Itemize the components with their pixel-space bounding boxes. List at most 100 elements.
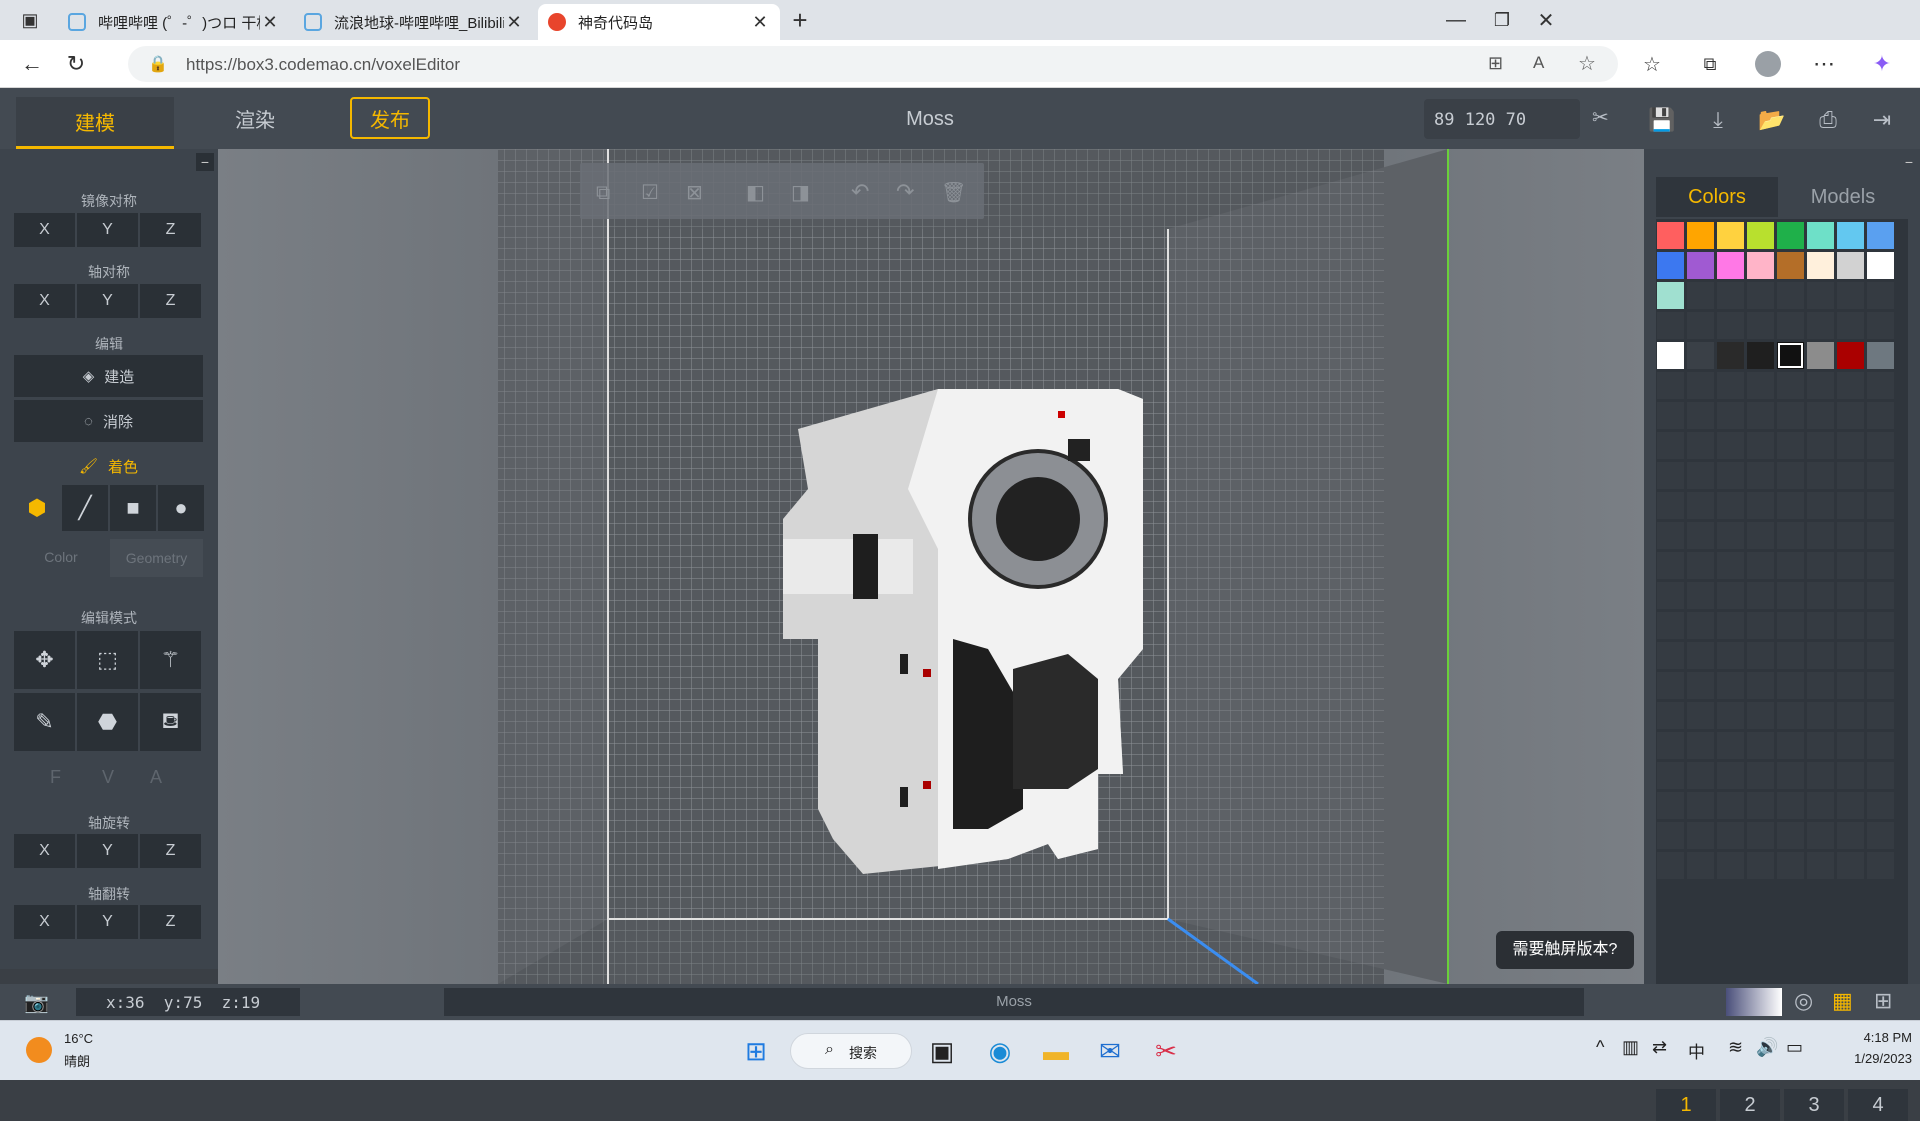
palette-swatch-empty[interactable]	[1687, 792, 1714, 819]
magic-wand-icon[interactable]: ⚚	[140, 631, 201, 689]
palette-swatch-empty[interactable]	[1777, 522, 1804, 549]
page-4-button[interactable]: 4	[1848, 1089, 1908, 1121]
palette-swatch-empty[interactable]	[1747, 852, 1774, 879]
palette-swatch-empty[interactable]	[1777, 642, 1804, 669]
layer-up-icon[interactable]: ◨	[791, 180, 810, 204]
grid-fine-icon[interactable]: ⊞	[1874, 988, 1892, 1014]
mirror-z-button[interactable]: Z	[140, 213, 203, 247]
reload-icon[interactable]: ↻	[60, 48, 92, 80]
clock-date[interactable]: 1/29/2023	[1828, 1051, 1912, 1066]
close-tab-icon[interactable]: ✕	[504, 12, 524, 33]
hex-tool-icon[interactable]: ⬣	[77, 693, 138, 751]
palette-swatch-empty[interactable]	[1777, 762, 1804, 789]
tray-sync-icon[interactable]: ⇄	[1652, 1037, 1667, 1058]
palette-swatch-empty[interactable]	[1807, 522, 1834, 549]
back-icon[interactable]: ←	[16, 48, 48, 80]
close-tab-icon[interactable]: ✕	[260, 12, 280, 33]
paste-icon[interactable]: ☑	[641, 180, 659, 204]
palette-swatch-empty[interactable]	[1837, 672, 1864, 699]
file-explorer-icon[interactable]: ▬	[1036, 1031, 1076, 1071]
resize-icon[interactable]: ✂	[1592, 105, 1609, 130]
palette-swatch-empty[interactable]	[1807, 642, 1834, 669]
palette-swatch-empty[interactable]	[1717, 402, 1744, 429]
palette-swatch-empty[interactable]	[1807, 732, 1834, 759]
palette-swatch-empty[interactable]	[1777, 582, 1804, 609]
voxel-cube-icon[interactable]: ⬢	[14, 485, 60, 531]
page-1-button[interactable]: 1	[1656, 1089, 1716, 1121]
rotate-x-button[interactable]: X	[14, 834, 77, 868]
palette-swatch-empty[interactable]	[1747, 522, 1774, 549]
redo-icon[interactable]: ↷	[896, 180, 914, 205]
palette-swatch-empty[interactable]	[1867, 672, 1894, 699]
grid-toggle-icon[interactable]: ▦	[1832, 988, 1853, 1014]
palette-swatch-empty[interactable]	[1717, 852, 1744, 879]
rotate-z-button[interactable]: Z	[140, 834, 203, 868]
palette-swatch-empty[interactable]	[1807, 702, 1834, 729]
palette-swatch-empty[interactable]	[1777, 852, 1804, 879]
palette-swatch-empty[interactable]	[1777, 822, 1804, 849]
palette-swatch-empty[interactable]	[1837, 822, 1864, 849]
collapse-right-icon[interactable]: −	[1900, 153, 1918, 171]
palette-swatch-empty[interactable]	[1867, 492, 1894, 519]
dimensions-input[interactable]: 89 120 70 ✂	[1424, 99, 1609, 139]
palette-swatch-empty[interactable]	[1747, 672, 1774, 699]
recent-color-swatch[interactable]	[1807, 342, 1834, 369]
palette-swatch-empty[interactable]	[1807, 552, 1834, 579]
palette-swatch[interactable]	[1777, 222, 1804, 249]
palette-swatch-empty[interactable]	[1777, 432, 1804, 459]
palette-swatch-empty[interactable]	[1717, 762, 1744, 789]
palette-swatch-empty[interactable]	[1657, 762, 1684, 789]
palette-swatch-empty[interactable]	[1717, 462, 1744, 489]
palette-swatch-empty[interactable]	[1837, 522, 1864, 549]
url-box[interactable]: 🔒 https://box3.codemao.cn/voxelEditor ⊞ …	[128, 46, 1618, 82]
line-tool-icon[interactable]: ╱	[62, 485, 108, 531]
palette-swatch-empty[interactable]	[1657, 552, 1684, 579]
palette-swatch-empty[interactable]	[1777, 312, 1804, 339]
exit-icon[interactable]: ⇥	[1868, 106, 1896, 134]
battery-icon[interactable]: ▭	[1786, 1037, 1803, 1058]
palette-swatch-empty[interactable]	[1807, 312, 1834, 339]
snipping-tool-icon[interactable]: ✂	[1146, 1031, 1186, 1071]
palette-swatch-empty[interactable]	[1687, 282, 1714, 309]
palette-swatch[interactable]	[1657, 252, 1684, 279]
print-icon[interactable]: ⎙	[1814, 106, 1842, 134]
palette-swatch-empty[interactable]	[1777, 282, 1804, 309]
cut-icon[interactable]: ⊠	[686, 180, 703, 204]
move-icon[interactable]: ✥	[14, 631, 75, 689]
palette-swatch-empty[interactable]	[1807, 822, 1834, 849]
layer-down-icon[interactable]: ◧	[746, 180, 765, 204]
viewport-canvas[interactable]: ⧉ ☑ ⊠ ◧ ◨ ↶ ↷ 🗑	[218, 149, 1644, 984]
build-button[interactable]: ◈ 建造	[14, 355, 203, 397]
palette-swatch-empty[interactable]	[1807, 762, 1834, 789]
palette-swatch-empty[interactable]	[1657, 432, 1684, 459]
start-icon[interactable]: ⊞	[736, 1031, 776, 1071]
vertex-mode-button[interactable]: V	[102, 767, 114, 788]
palette-swatch[interactable]	[1807, 252, 1834, 279]
all-mode-button[interactable]: A	[150, 767, 162, 788]
palette-swatch-empty[interactable]	[1657, 642, 1684, 669]
palette-swatch-empty[interactable]	[1687, 312, 1714, 339]
palette-swatch-empty[interactable]	[1687, 672, 1714, 699]
camera-icon[interactable]: 📷	[24, 990, 49, 1015]
close-tab-icon[interactable]: ✕	[750, 12, 770, 33]
palette-swatch-empty[interactable]	[1717, 282, 1744, 309]
palette-swatch-empty[interactable]	[1807, 672, 1834, 699]
palette-swatch-empty[interactable]	[1657, 822, 1684, 849]
palette-swatch[interactable]	[1747, 222, 1774, 249]
fill-bucket-icon[interactable]: ⛾	[140, 693, 201, 751]
browser-tab-3[interactable]: 神奇代码岛 ✕	[538, 4, 780, 40]
palette-swatch[interactable]	[1837, 252, 1864, 279]
circle-tool-icon[interactable]: ●	[158, 485, 204, 531]
palette-swatch-empty[interactable]	[1867, 522, 1894, 549]
palette-swatch-empty[interactable]	[1837, 642, 1864, 669]
task-view-icon[interactable]: ▣	[922, 1031, 962, 1071]
palette-swatch-empty[interactable]	[1747, 642, 1774, 669]
open-folder-icon[interactable]: 📂	[1758, 106, 1786, 134]
palette-swatch-empty[interactable]	[1777, 402, 1804, 429]
palette-swatch-empty[interactable]	[1717, 522, 1744, 549]
palette-swatch-empty[interactable]	[1777, 462, 1804, 489]
palette-swatch-empty[interactable]	[1687, 852, 1714, 879]
palette-swatch[interactable]	[1837, 222, 1864, 249]
axis-sym-z-button[interactable]: Z	[140, 284, 203, 318]
mail-icon[interactable]: ✉	[1090, 1031, 1130, 1071]
